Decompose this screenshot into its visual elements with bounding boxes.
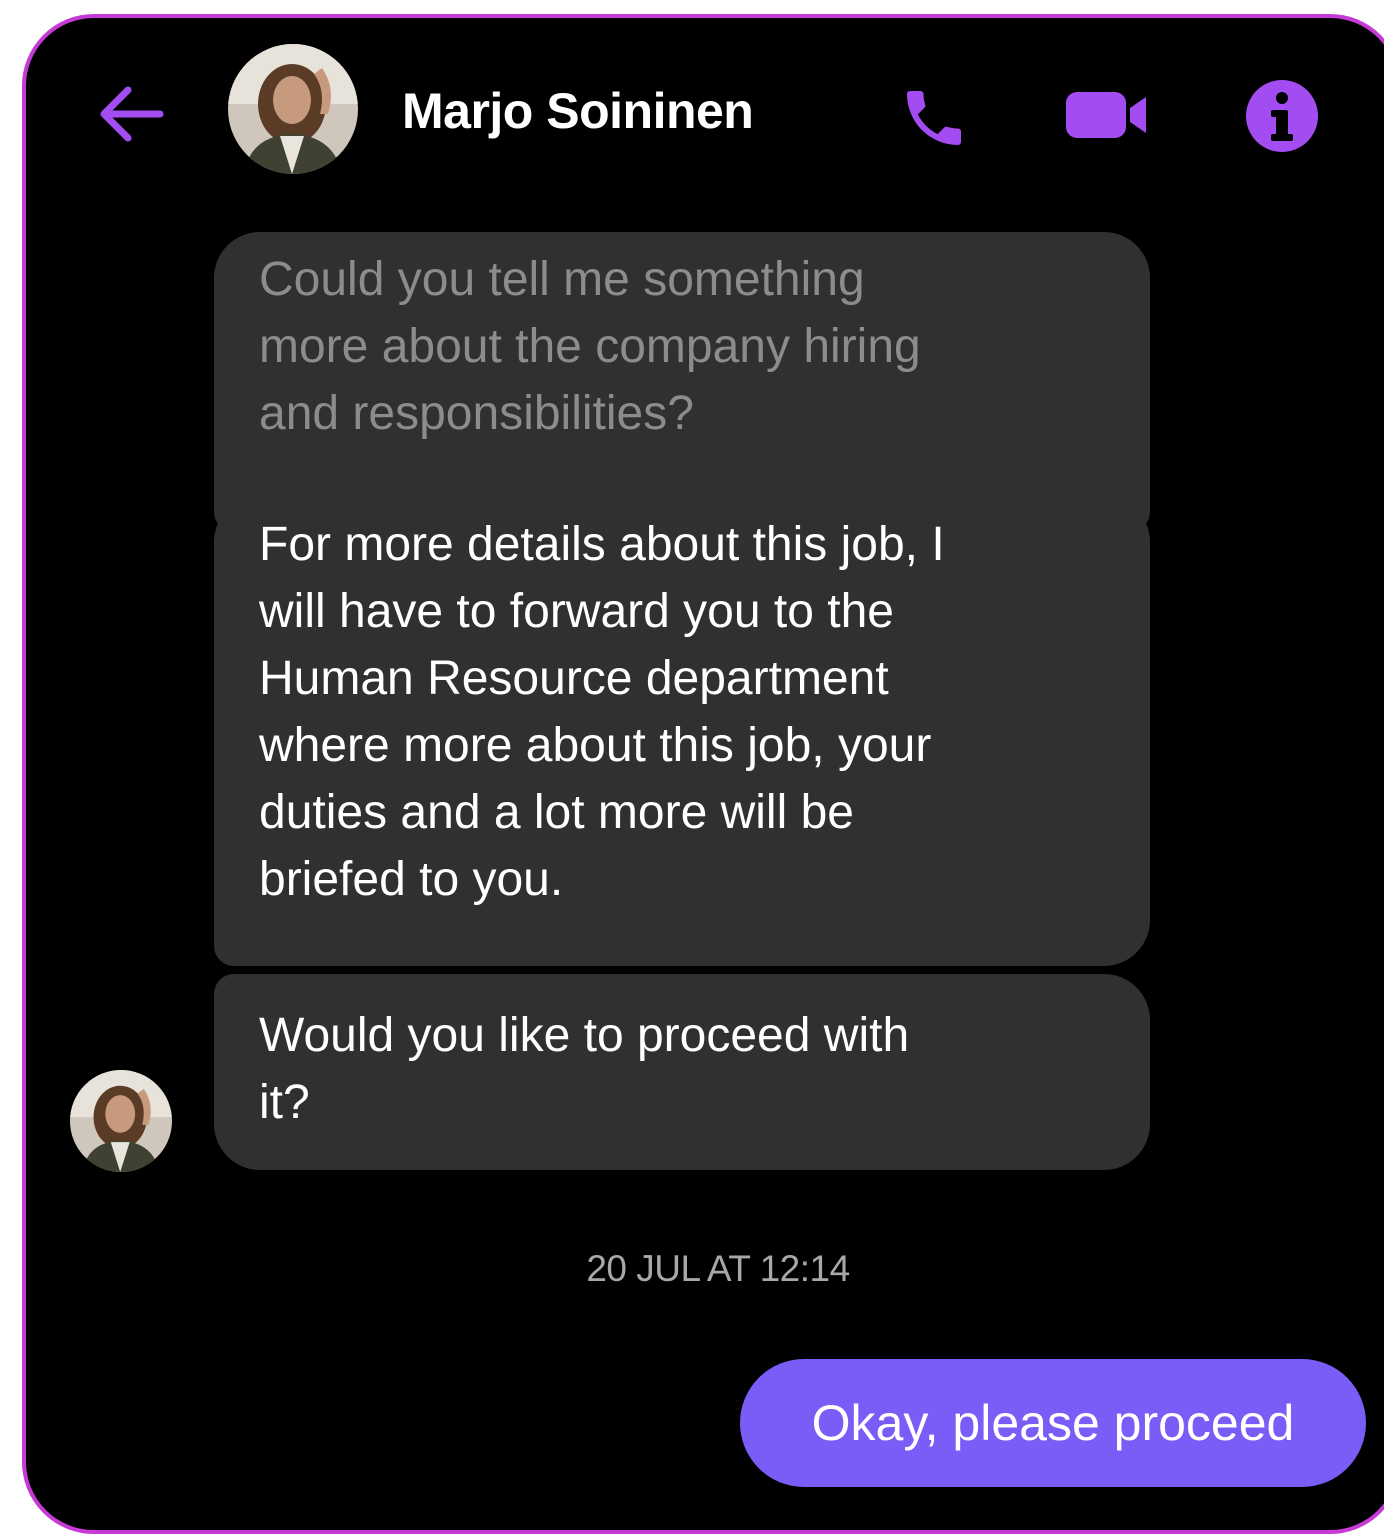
info-button[interactable] — [1244, 78, 1320, 154]
contact-name[interactable]: Marjo Soininen — [402, 82, 754, 140]
avatar-image — [228, 44, 358, 174]
message-line: Human Resource department — [259, 652, 889, 705]
sender-avatar[interactable] — [70, 1070, 172, 1172]
message-line: more about the company hiring — [259, 320, 921, 373]
message-line: it? — [259, 1076, 310, 1129]
message-line: Could you tell me something — [259, 253, 865, 306]
message-line: and responsibilities? — [259, 387, 694, 440]
chat-window: Marjo Soininen Could you tell me somethi… — [22, 14, 1384, 1534]
outgoing-message[interactable]: Okay, please proceed — [740, 1359, 1366, 1487]
message-line: duties and a lot more will be — [259, 786, 854, 839]
avatar-image — [70, 1070, 172, 1172]
call-button[interactable] — [898, 82, 970, 154]
message-timestamp: 20 JUL AT 12:14 — [586, 1248, 850, 1289]
message-line: Would you like to proceed with — [259, 1009, 910, 1062]
back-button[interactable] — [94, 84, 166, 144]
message-text: Okay, please proceed — [811, 1395, 1295, 1451]
video-call-button[interactable] — [1062, 84, 1154, 144]
contact-avatar[interactable] — [228, 44, 358, 174]
message-line: will have to forward you to the — [259, 585, 894, 638]
info-icon — [1246, 80, 1318, 152]
video-camera-icon — [1066, 92, 1146, 138]
phone-icon — [907, 91, 961, 145]
message-line: where more about this job, your — [259, 719, 932, 772]
arrow-left-icon — [100, 86, 164, 142]
message-line: For more details about this job, I — [259, 518, 945, 571]
incoming-message[interactable]: For more details about this job, I will … — [214, 496, 1150, 966]
incoming-message[interactable]: Would you like to proceed with it? — [214, 974, 1150, 1170]
message-line: briefed to you. — [259, 853, 564, 906]
incoming-message[interactable]: Could you tell me something more about t… — [214, 232, 1150, 532]
